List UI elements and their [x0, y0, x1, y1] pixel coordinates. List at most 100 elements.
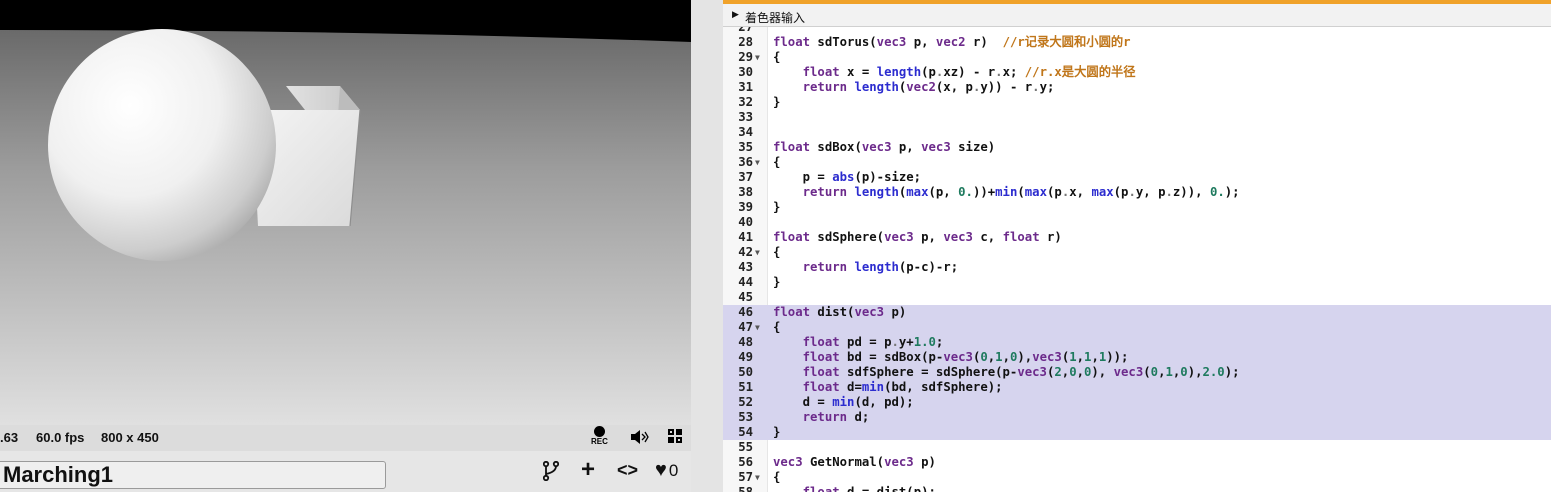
line-number: 52 [738, 395, 753, 409]
fold-toggle-icon[interactable]: ▼ [755, 320, 760, 335]
line-number: 37 [738, 170, 753, 184]
line-number: 34 [738, 125, 753, 139]
code-line[interactable]: 51 float d=min(bd, sdfSphere); [723, 380, 1551, 395]
code-line[interactable]: 50 float sdfSphere = sdSphere(p-vec3(2,0… [723, 365, 1551, 380]
time-readout: .63 [0, 430, 19, 445]
line-number: 38 [738, 185, 753, 199]
fullscreen-icon[interactable] [668, 429, 682, 447]
code-line[interactable]: 35 float sdBox(vec3 p, vec3 size) [723, 140, 1551, 155]
line-number: 42 [738, 245, 753, 259]
playback-stats-bar: .63 60.0 fps 800 x 450 REC [0, 425, 691, 451]
shader-preview-canvas[interactable] [0, 0, 691, 425]
code-line[interactable]: 36 ▼ { [723, 155, 1551, 170]
fold-toggle-icon[interactable]: ▼ [755, 470, 760, 485]
code-text: return length(max(p, 0.))+min(max(p.x, m… [802, 185, 1240, 199]
line-number: 48 [738, 335, 753, 349]
code-text: { [773, 245, 781, 259]
add-icon[interactable]: + [581, 456, 595, 484]
line-number: 39 [738, 200, 753, 214]
code-text: float sdTorus(vec3 p, vec2 r) //r记录大圆和小圆… [773, 35, 1131, 49]
code-line[interactable]: 27 [723, 27, 1551, 35]
code-line[interactable]: 53 return d; [723, 410, 1551, 425]
line-number: 32 [738, 95, 753, 109]
shader-inputs-header[interactable]: ▶ 着色器输入 [723, 4, 1551, 27]
code-text: float sdfSphere = sdSphere(p-vec3(2,0,0)… [802, 365, 1240, 379]
code-line[interactable]: 29 ▼ { [723, 50, 1551, 65]
fold-toggle-icon[interactable]: ▼ [755, 155, 760, 170]
code-text: float x = length(p.xz) - r.x; //r.x是大圆的半… [802, 65, 1136, 79]
line-number: 51 [738, 380, 753, 394]
code-line[interactable]: 49 float bd = sdBox(p-vec3(0,1,0),vec3(1… [723, 350, 1551, 365]
panel-margin [691, 0, 723, 492]
line-number: 56 [738, 455, 753, 469]
line-number: 27 [738, 27, 753, 34]
line-number: 30 [738, 65, 753, 79]
line-number: 53 [738, 410, 753, 424]
resolution-readout: 800 x 450 [101, 430, 159, 445]
line-number: 31 [738, 80, 753, 94]
code-text: } [773, 95, 781, 109]
code-text: float d=min(bd, sdfSphere); [802, 380, 1003, 394]
line-number: 46 [738, 305, 753, 319]
code-line[interactable]: 54} [723, 425, 1551, 440]
line-number: 36 [738, 155, 753, 169]
expand-arrow-icon[interactable]: ▶ [732, 9, 739, 20]
code-line[interactable]: 40 [723, 215, 1551, 230]
line-number: 35 [738, 140, 753, 154]
fold-toggle-icon[interactable]: ▼ [755, 50, 760, 65]
code-editor[interactable]: 27 28 float sdTorus(vec3 p, vec2 r) //r记录大… [723, 27, 1551, 492]
code-line[interactable]: 33 [723, 110, 1551, 125]
rendered-scene [0, 29, 691, 425]
fork-icon[interactable] [542, 456, 560, 484]
record-icon [593, 426, 605, 437]
line-number: 28 [738, 35, 753, 49]
line-number: 50 [738, 365, 753, 379]
fps-readout: 60.0 fps [36, 430, 85, 445]
code-line[interactable]: 43 return length(p-c)-r; [723, 260, 1551, 275]
code-line[interactable]: 56 vec3 GetNormal(vec3 p) [723, 455, 1551, 470]
heart-icon: ♥ [655, 459, 667, 481]
code-line[interactable]: 32} [723, 95, 1551, 110]
code-line[interactable]: 37 p = abs(p)-size; [723, 170, 1551, 185]
code-text: { [773, 155, 781, 169]
line-number: 29 [738, 50, 753, 64]
code-line[interactable]: 30 float x = length(p.xz) - r.x; //r.x是大… [723, 65, 1551, 80]
code-text: } [773, 425, 781, 439]
code-line[interactable]: 39} [723, 200, 1551, 215]
code-line[interactable]: 55 [723, 440, 1551, 455]
code-line[interactable]: 34 [723, 125, 1551, 140]
like-button[interactable]: ♥ 0 [655, 456, 678, 485]
code-line[interactable]: 47 ▼ { [723, 320, 1551, 335]
code-text: { [773, 320, 781, 334]
line-number: 33 [738, 110, 753, 124]
code-text: float dist(vec3 p) [773, 305, 907, 319]
volume-icon[interactable] [630, 429, 650, 449]
shader-inputs-title: 着色器输入 [745, 11, 806, 25]
record-button[interactable]: REC [591, 426, 608, 446]
line-number: 54 [738, 425, 753, 439]
code-line[interactable]: 31 return length(vec2(x, p.y)) - r.y; [723, 80, 1551, 95]
code-line[interactable]: 38 return length(max(p, 0.))+min(max(p.x… [723, 185, 1551, 200]
code-line[interactable]: 41 float sdSphere(vec3 p, vec3 c, float r… [723, 230, 1551, 245]
code-line[interactable]: 52 d = min(d, pd); [723, 395, 1551, 410]
code-line[interactable]: 44} [723, 275, 1551, 290]
like-count: 0 [668, 461, 679, 480]
code-line[interactable]: 48 float pd = p.y+1.0; [723, 335, 1551, 350]
code-line[interactable]: 45 [723, 290, 1551, 305]
code-text: float sdBox(vec3 p, vec3 size) [773, 140, 996, 154]
code-text: float pd = p.y+1.0; [802, 335, 944, 349]
line-number: 43 [738, 260, 753, 274]
line-number: 45 [738, 290, 753, 304]
line-number: 47 [738, 320, 753, 334]
code-line[interactable]: 42 ▼ { [723, 245, 1551, 260]
code-line[interactable]: 28 float sdTorus(vec3 p, vec2 r) //r记录大圆和… [723, 35, 1551, 50]
code-line[interactable]: 58 float d = dist(p); [723, 485, 1551, 492]
code-line[interactable]: 57 ▼ { [723, 470, 1551, 485]
line-number: 41 [738, 230, 753, 244]
fold-toggle-icon[interactable]: ▼ [755, 245, 760, 260]
line-number: 55 [738, 440, 753, 454]
shader-title-input[interactable]: Marching1 [0, 461, 386, 489]
code-line[interactable]: 46 float dist(vec3 p) [723, 305, 1551, 320]
embed-icon[interactable]: <> [617, 456, 638, 484]
code-text: return length(vec2(x, p.y)) - r.y; [802, 80, 1055, 94]
